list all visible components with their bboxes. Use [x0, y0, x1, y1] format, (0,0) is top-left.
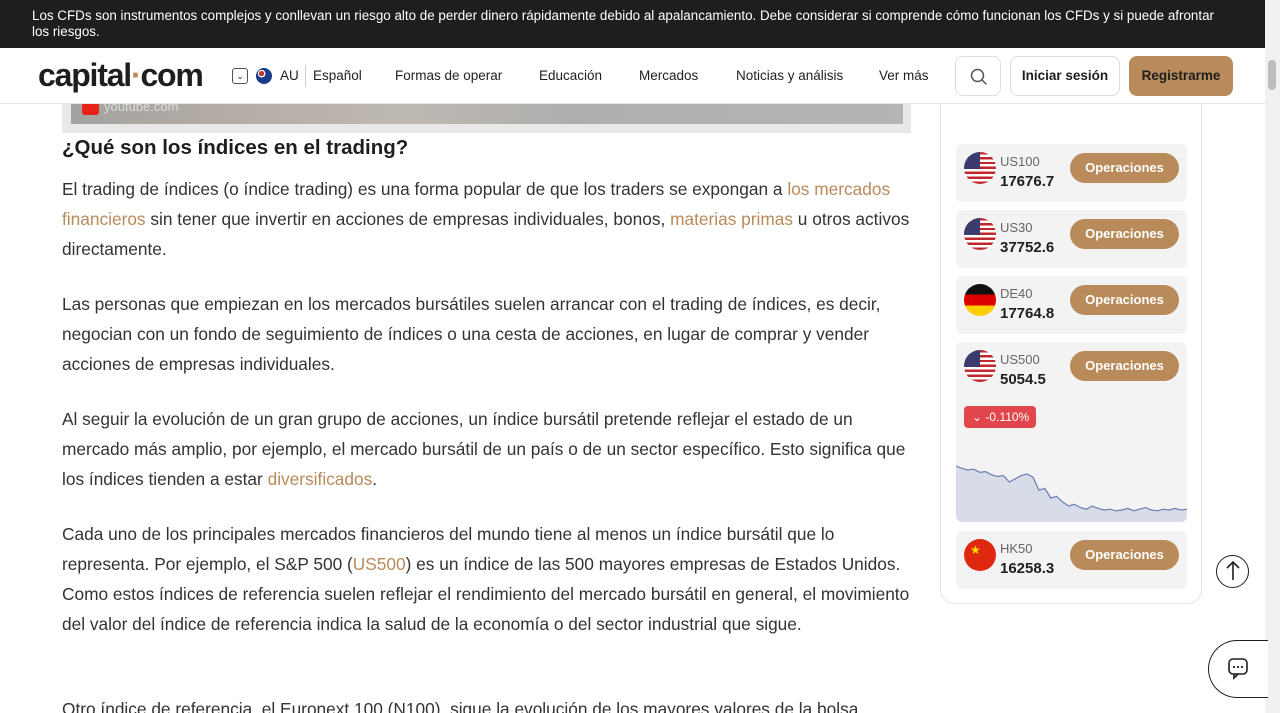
- signup-button[interactable]: Registrarme: [1129, 56, 1233, 96]
- instrument-symbol: DE40: [1000, 286, 1033, 301]
- us-flag-icon: [964, 152, 996, 184]
- us-flag-icon: [964, 218, 996, 250]
- nav-ver-mas[interactable]: Ver más: [879, 68, 929, 83]
- link-us500[interactable]: US500: [353, 554, 406, 574]
- trade-button[interactable]: Operaciones: [1070, 153, 1179, 183]
- top-navbar: capital·com ⌄ AU Español Formas de opera…: [0, 48, 1265, 104]
- price-sparkline: [956, 465, 1187, 522]
- arrow-up-icon: [1225, 560, 1240, 580]
- instrument-price: 16258.3: [1000, 560, 1055, 577]
- chevron-down-icon: ⌄: [972, 410, 983, 424]
- nav-educacion[interactable]: Educación: [539, 68, 602, 83]
- scrollbar[interactable]: [1265, 0, 1280, 713]
- chat-button[interactable]: [1208, 640, 1268, 698]
- instrument-card-de40[interactable]: DE40 17764.8 Operaciones: [956, 276, 1187, 334]
- nav-formas-de-operar[interactable]: Formas de operar: [395, 68, 502, 83]
- nav-noticias-y-analisis[interactable]: Noticias y análisis: [736, 68, 843, 83]
- instrument-card-us30[interactable]: US30 37752.6 Operaciones: [956, 210, 1187, 268]
- article-paragraph: Las personas que empiezan en los mercado…: [62, 294, 881, 374]
- video-thumbnail[interactable]: [71, 104, 903, 124]
- instrument-symbol: US30: [1000, 220, 1033, 235]
- back-to-top-button[interactable]: [1216, 555, 1249, 588]
- trade-button[interactable]: Operaciones: [1070, 540, 1179, 570]
- price-change-badge: ⌄ -0.110%: [964, 406, 1036, 428]
- instrument-price: 5054.5: [1000, 371, 1046, 388]
- instrument-symbol: US500: [1000, 352, 1040, 367]
- article-paragraph: El trading de índices (o índice trading)…: [62, 179, 910, 259]
- instrument-price: 17676.7: [1000, 173, 1055, 190]
- scrollbar-thumb[interactable]: [1268, 60, 1276, 90]
- article-heading: ¿Qué son los índices en el trading?: [62, 136, 409, 159]
- trade-button[interactable]: Operaciones: [1070, 351, 1179, 381]
- article-paragraph: Cada uno de los principales mercados fin…: [62, 524, 910, 634]
- instrument-symbol: US100: [1000, 154, 1040, 169]
- link-materias-primas[interactable]: materias primas: [670, 209, 793, 229]
- article-paragraph: Otro índice de referencia, el Euronext 1…: [62, 699, 859, 713]
- risk-warning-banner: Los CFDs son instrumentos complejos y co…: [0, 0, 1265, 48]
- instrument-symbol: HK50: [1000, 541, 1033, 556]
- au-flag-icon[interactable]: [256, 68, 272, 84]
- language-selector[interactable]: Español: [313, 68, 362, 83]
- region-selector[interactable]: AU: [280, 68, 299, 83]
- youtube-icon: [82, 103, 99, 115]
- instrument-price: 17764.8: [1000, 305, 1055, 322]
- login-button[interactable]: Iniciar sesión: [1010, 56, 1120, 96]
- article-paragraph: Al seguir la evolución de un gran grupo …: [62, 409, 906, 489]
- search-icon: [970, 68, 988, 86]
- instrument-card-hk50[interactable]: ★ HK50 16258.3 Operaciones: [956, 531, 1187, 589]
- instrument-card-us100[interactable]: US100 17676.7 Operaciones: [956, 144, 1187, 202]
- de-flag-icon: [964, 284, 996, 316]
- search-button[interactable]: [955, 56, 1001, 96]
- chevron-down-icon[interactable]: ⌄: [232, 68, 248, 84]
- nav-mercados[interactable]: Mercados: [639, 68, 698, 83]
- cn-flag-icon: ★: [964, 539, 996, 571]
- capital-com-logo[interactable]: capital·com: [38, 57, 204, 94]
- trade-button[interactable]: Operaciones: [1070, 219, 1179, 249]
- trade-button[interactable]: Operaciones: [1070, 285, 1179, 315]
- risk-warning-text: Los CFDs son instrumentos complejos y co…: [32, 8, 1214, 39]
- instrument-price: 37752.6: [1000, 239, 1055, 256]
- us-flag-icon: [964, 350, 996, 382]
- divider: [305, 65, 306, 87]
- link-diversificados[interactable]: diversificados: [268, 469, 373, 489]
- chat-icon: [1228, 658, 1248, 680]
- instrument-card-us500[interactable]: US500 5054.5 Operaciones ⌄ -0.110%: [956, 342, 1187, 522]
